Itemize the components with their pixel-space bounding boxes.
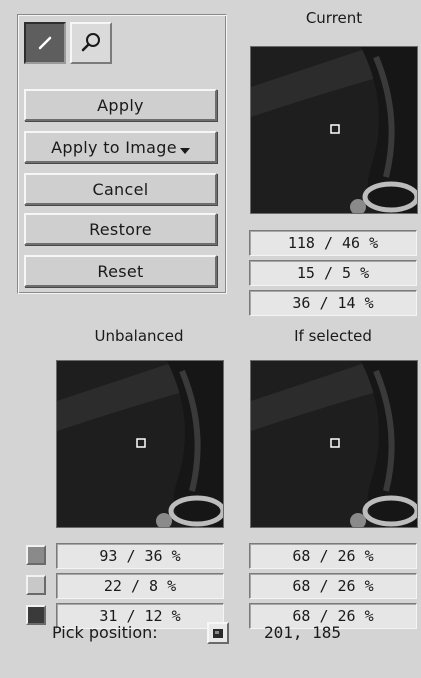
unbalanced-value-1: 93 / 36 % bbox=[56, 543, 224, 569]
pick-position-value: 201, 185 bbox=[264, 623, 342, 642]
current-preview bbox=[250, 46, 418, 214]
apply-button[interactable]: Apply bbox=[24, 89, 217, 121]
current-value-3: 36 / 14 % bbox=[249, 290, 417, 316]
unbalanced-title: Unbalanced bbox=[94, 327, 184, 345]
if-selected-value-2: 68 / 26 % bbox=[249, 573, 417, 599]
swatch-3[interactable] bbox=[26, 605, 46, 625]
if-selected-title: If selected bbox=[294, 327, 372, 345]
pencil-icon bbox=[38, 36, 52, 50]
swatch-2[interactable] bbox=[26, 575, 46, 595]
pick-position-label: Pick position: bbox=[52, 623, 158, 642]
swatch-1[interactable] bbox=[26, 545, 46, 565]
current-value-2: 15 / 5 % bbox=[249, 260, 417, 286]
cancel-button[interactable]: Cancel bbox=[24, 173, 217, 205]
eyedropper-icon bbox=[213, 629, 223, 638]
apply-to-image-button[interactable]: Apply to Image bbox=[24, 131, 217, 163]
unbalanced-preview bbox=[56, 360, 224, 528]
restore-button[interactable]: Restore bbox=[24, 213, 217, 245]
magnifier-icon bbox=[81, 33, 100, 52]
current-value-1: 118 / 46 % bbox=[249, 230, 417, 256]
reset-button[interactable]: Reset bbox=[24, 255, 217, 287]
pencil-tool-button[interactable] bbox=[24, 22, 66, 64]
unbalanced-value-2: 22 / 8 % bbox=[56, 573, 224, 599]
if-selected-value-1: 68 / 26 % bbox=[249, 543, 417, 569]
pick-button[interactable] bbox=[207, 622, 229, 644]
dropdown-arrow-icon bbox=[179, 147, 190, 154]
magnifier-tool-button[interactable] bbox=[70, 22, 112, 64]
current-title: Current bbox=[305, 9, 363, 27]
if-selected-preview bbox=[250, 360, 418, 528]
